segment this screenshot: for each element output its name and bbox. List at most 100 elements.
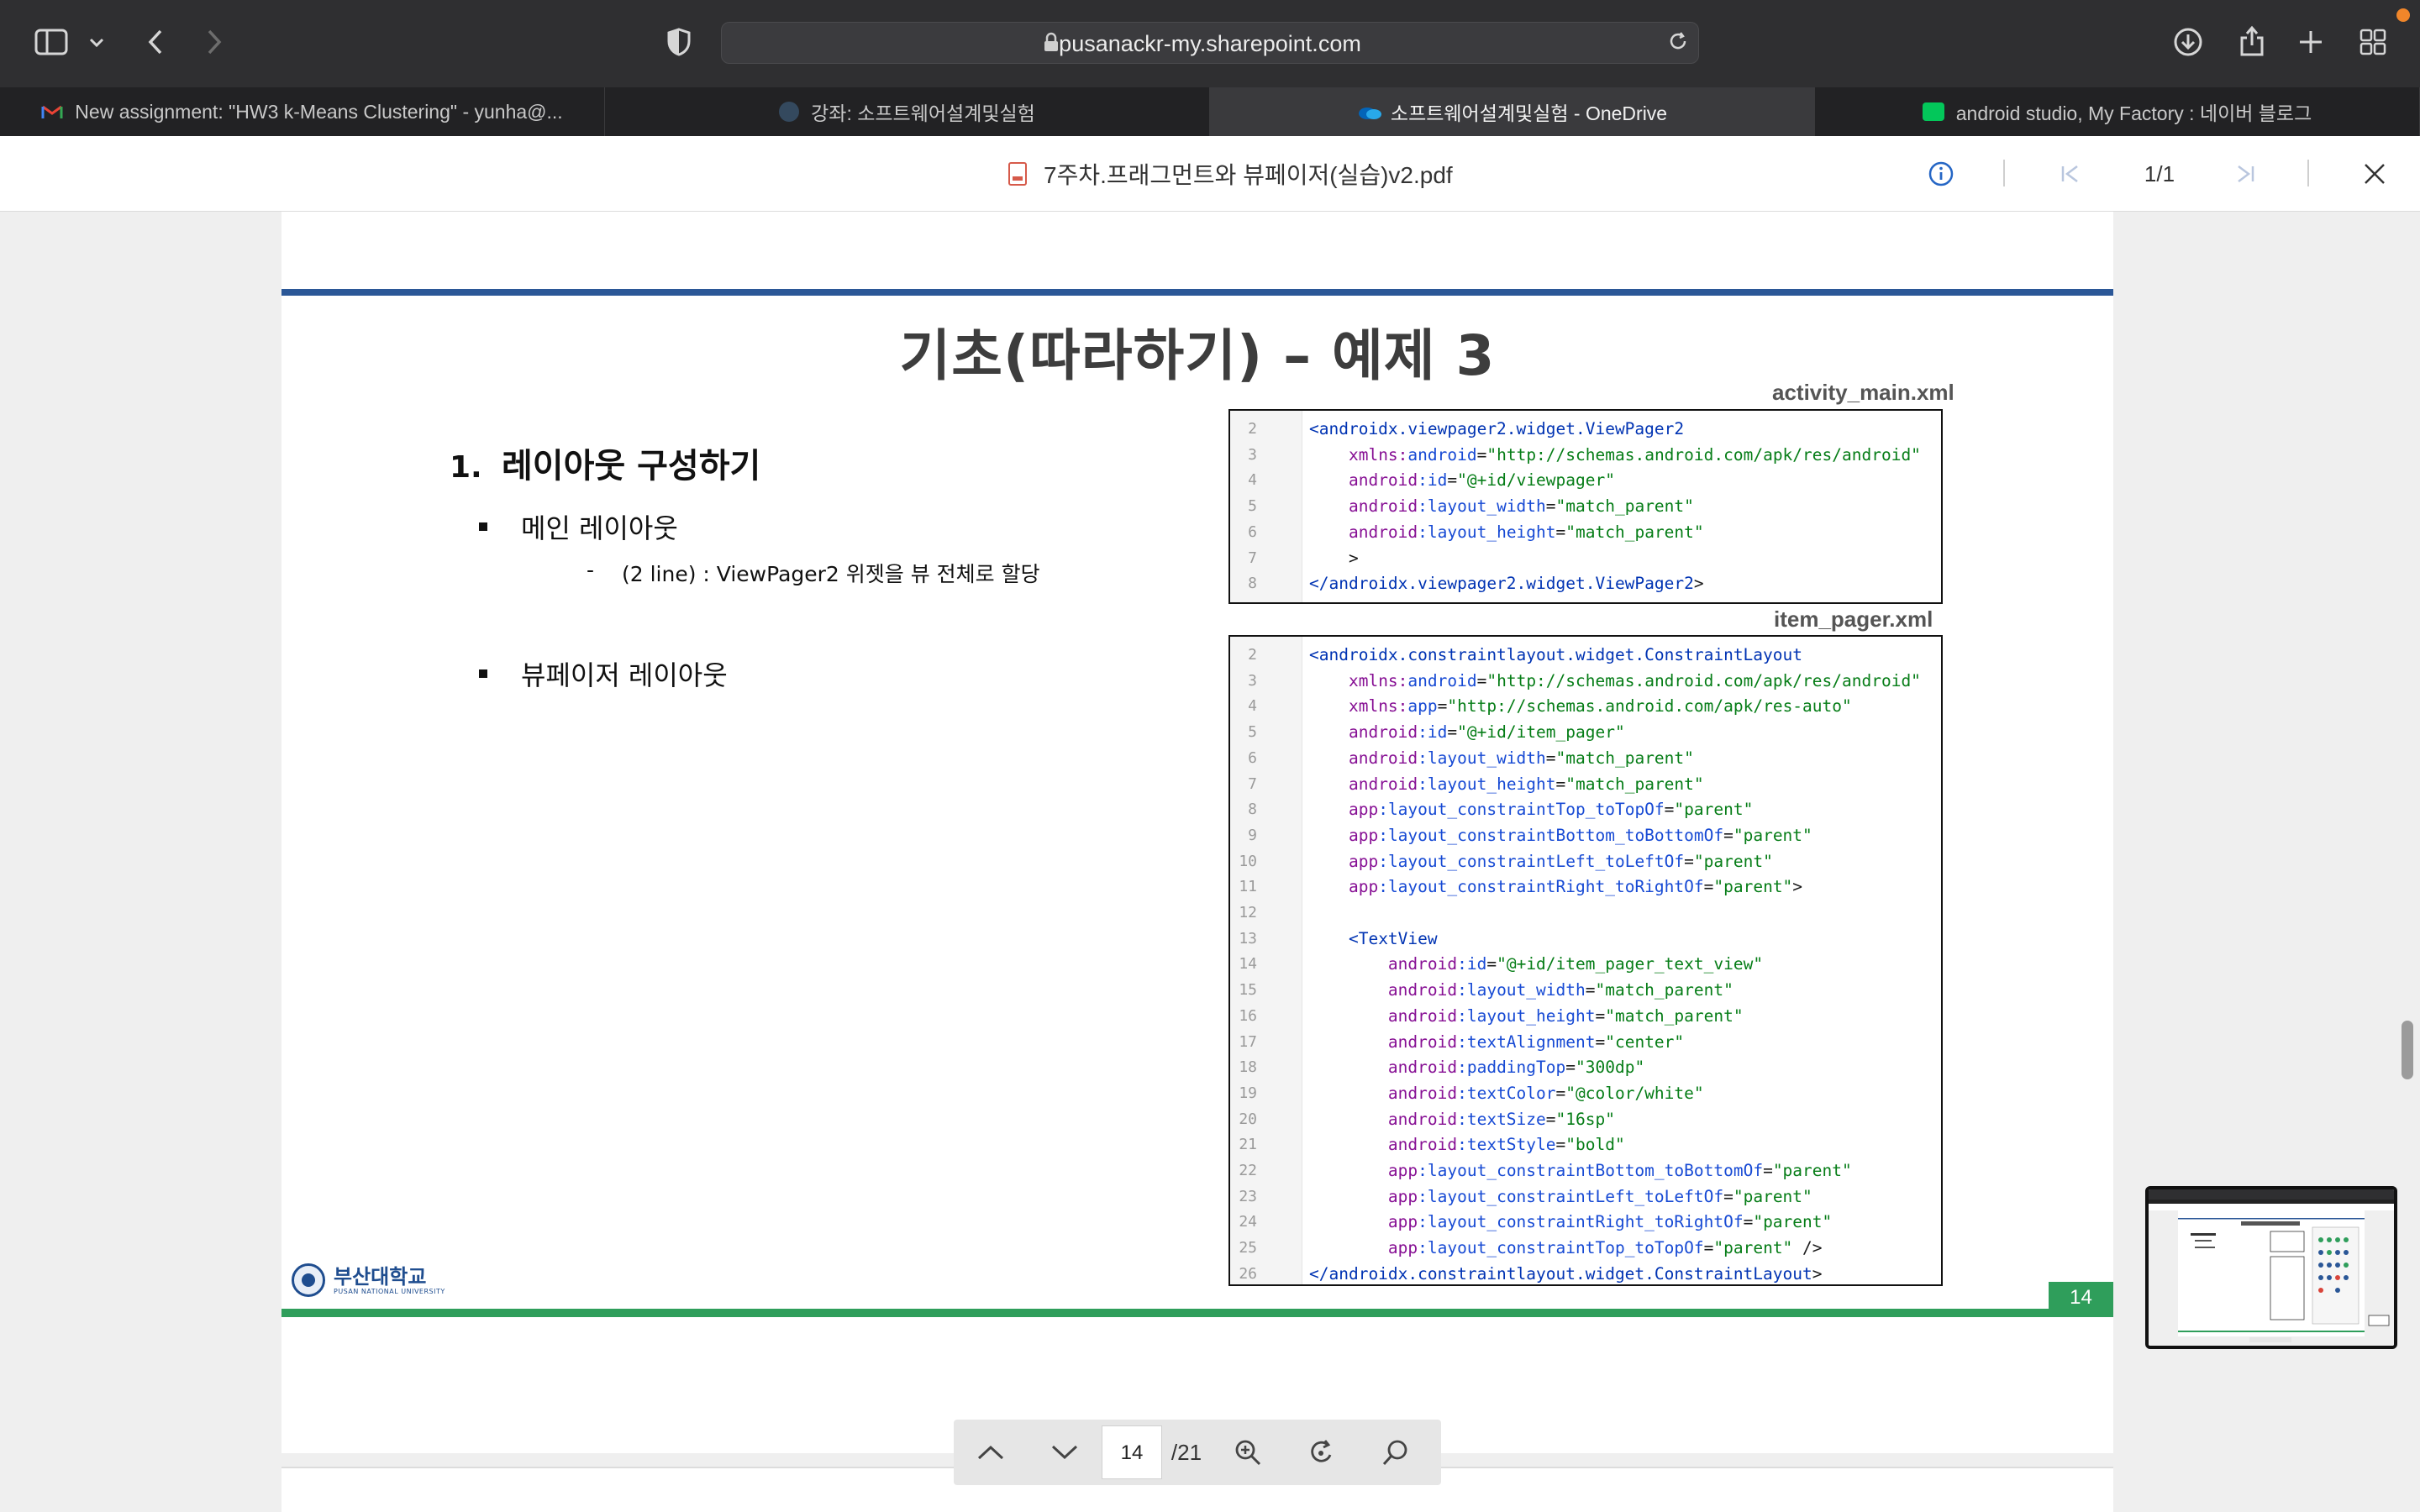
prev-page-button[interactable]: [954, 1420, 1028, 1485]
line-number: 25: [1239, 1239, 1257, 1257]
line-number: 4: [1248, 697, 1257, 716]
search-button[interactable]: [1359, 1420, 1433, 1485]
zoom-in-icon: [1235, 1440, 1261, 1466]
pdf-file-icon: [1008, 162, 1027, 186]
privacy-shield-icon[interactable]: [662, 25, 696, 59]
sub-item-text: (2 line) : ViewPager2 위젯을 뷰 전체로 할당: [622, 562, 1040, 586]
scrollbar-thumb[interactable]: [2402, 1021, 2413, 1079]
slide-page-number: 14: [2049, 1282, 2113, 1314]
code-text: android:layout_height="match_parent": [1348, 774, 1704, 794]
line-number: 11: [1239, 878, 1257, 896]
code-text: android:textAlignment="center": [1387, 1032, 1685, 1052]
line-number: 26: [1239, 1264, 1257, 1283]
code-text: xmlns:android="http://schemas.android.co…: [1348, 444, 1921, 465]
window-thumbnail-preview[interactable]: [2145, 1186, 2397, 1349]
bullet-main-layout: 메인 레이아웃: [479, 507, 678, 546]
code-text: android:layout_height="match_parent": [1387, 1005, 1744, 1026]
back-icon[interactable]: [139, 25, 172, 59]
code-text: </androidx.viewpager2.widget.ViewPager2>: [1309, 574, 1704, 594]
url-text: pusanackr-my.sharepoint.com: [1059, 31, 1361, 56]
line-number: 5: [1248, 497, 1257, 516]
line-number: 9: [1248, 826, 1257, 844]
code-text: android:id="@+id/viewpager": [1348, 470, 1615, 491]
section-title: 레이아웃 구성하기: [502, 447, 761, 486]
rotate-icon: [1311, 1440, 1332, 1462]
tab-bar: New assignment: "HW3 k-Means Clustering"…: [0, 87, 2420, 136]
tab-course[interactable]: 강좌: 소프트웨어설계및실험: [605, 87, 1210, 136]
sub-item-dash: -: [587, 558, 595, 582]
page-indicator: 1/1: [2144, 160, 2175, 186]
code-text: android:id="@+id/item_pager_text_view": [1387, 954, 1764, 974]
lock-icon: [1044, 32, 1059, 55]
search-icon: [1382, 1440, 1407, 1466]
line-number: 20: [1239, 1110, 1257, 1128]
close-icon[interactable]: [2358, 136, 2391, 212]
zoom-in-button[interactable]: [1211, 1420, 1285, 1485]
info-icon[interactable]: [1924, 136, 1958, 212]
code-text: app:layout_constraintRight_toRightOf="pa…: [1387, 1212, 1833, 1232]
onedrive-icon: [1357, 102, 1381, 121]
first-page-icon[interactable]: [2054, 136, 2087, 212]
logo-english-text: PUSAN NATIONAL UNIVERSITY: [334, 1287, 445, 1295]
line-number: 8: [1248, 801, 1257, 819]
next-page-button[interactable]: [1028, 1420, 1102, 1485]
code-text: android:layout_width="match_parent": [1348, 748, 1694, 768]
line-number: 2: [1248, 420, 1257, 438]
line-number: 5: [1248, 723, 1257, 742]
document-viewer[interactable]: 기초(따라하기) – 예제 3 1. 레이아웃 구성하기 메인 레이아웃 - (2…: [0, 212, 2420, 1512]
code-text: android:textColor="@color/white": [1387, 1083, 1704, 1103]
tab-label: android studio, My Factory : 네이버 블로그: [1955, 102, 2312, 124]
code-text: xmlns:android="http://schemas.android.co…: [1348, 670, 1921, 690]
pdf-page: 기초(따라하기) – 예제 3 1. 레이아웃 구성하기 메인 레이아웃 - (2…: [281, 212, 2113, 1453]
code-text: <androidx.constraintlayout.widget.Constr…: [1309, 645, 1802, 664]
page-number-input[interactable]: 14: [1102, 1425, 1162, 1479]
line-number: 22: [1239, 1162, 1257, 1179]
code-text: app:layout_constraintBottom_toBottomOf="…: [1387, 1161, 1852, 1180]
page-navigation: 14 /21: [954, 1420, 1441, 1485]
thumbnail-image: [2149, 1189, 2394, 1346]
code-label-activity-main: activity_main.xml: [1772, 380, 1954, 405]
line-number: 15: [1239, 981, 1257, 1000]
title-bar-line: [281, 289, 2113, 296]
code-text: <TextView: [1348, 928, 1438, 948]
line-number: 6: [1248, 522, 1257, 541]
line-number: 2: [1248, 646, 1257, 664]
chevron-up-icon: [977, 1445, 1004, 1460]
line-number: 24: [1239, 1213, 1257, 1231]
code-text: android:textSize="16sp": [1387, 1109, 1615, 1129]
tab-label: 강좌: 소프트웨어설계및실험: [811, 102, 1035, 124]
code-block-item-pager: 2 <androidx.constraintlayout.widget.Const…: [1228, 635, 1943, 1286]
bullet-viewpager-layout: 뷰페이저 레이아웃: [479, 654, 728, 693]
naver-blog-icon: [1922, 102, 1944, 121]
chevron-down-icon: [1051, 1445, 1078, 1460]
browser-toolbar: pusanackr-my.sharepoint.com: [0, 0, 2420, 87]
code-text: app:layout_constraintRight_toRightOf="pa…: [1348, 877, 1803, 897]
line-number: 7: [1248, 549, 1257, 567]
pdf-filename-text: 7주차.프래그먼트와 뷰페이저(실습)v2.pdf: [1044, 162, 1453, 188]
line-number: 16: [1239, 1006, 1257, 1025]
code-text: </androidx.constraintlayout.widget.Const…: [1309, 1263, 1823, 1284]
share-icon[interactable]: [2233, 22, 2270, 60]
rotate-button[interactable]: [1285, 1420, 1359, 1485]
header-divider: [2003, 160, 2005, 186]
tab-overview-icon[interactable]: [2356, 25, 2390, 59]
line-number: 19: [1239, 1084, 1257, 1102]
tab-naver-blog[interactable]: android studio, My Factory : 네이버 블로그: [1815, 87, 2420, 136]
tab-onedrive[interactable]: 소프트웨어설계및실험 - OneDrive: [1210, 87, 1815, 136]
tab-gmail[interactable]: New assignment: "HW3 k-Means Clustering"…: [0, 87, 605, 136]
line-number: 21: [1239, 1136, 1257, 1154]
code-text: >: [1309, 548, 1359, 568]
chevron-down-icon[interactable]: [84, 30, 109, 55]
address-bar[interactable]: pusanackr-my.sharepoint.com: [721, 22, 1699, 64]
code-text: app:layout_constraintBottom_toBottomOf="…: [1348, 825, 1812, 845]
line-number: 10: [1239, 852, 1257, 870]
university-logo: 부산대학교 PUSAN NATIONAL UNIVERSITY: [292, 1263, 445, 1297]
new-tab-icon[interactable]: [2294, 25, 2328, 59]
reload-icon[interactable]: [1665, 29, 1691, 54]
total-pages: /21: [1171, 1439, 1202, 1465]
sidebar-toggle-icon[interactable]: [32, 25, 71, 59]
downloads-icon[interactable]: [2170, 24, 2207, 60]
forward-icon[interactable]: [197, 25, 231, 59]
last-page-icon[interactable]: [2228, 136, 2262, 212]
line-number: 7: [1248, 774, 1257, 793]
